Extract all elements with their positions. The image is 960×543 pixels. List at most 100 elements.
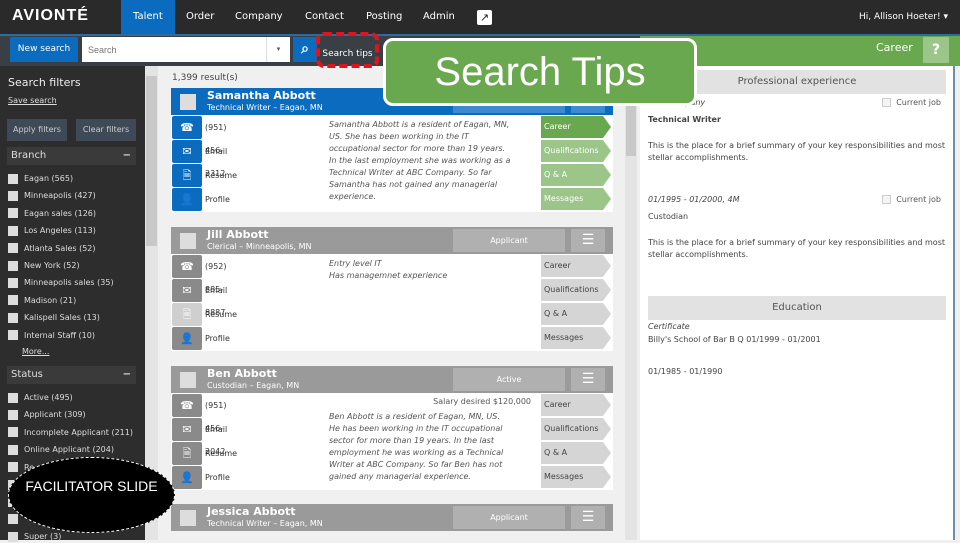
tab-qualifications[interactable]: Qualifications (541, 140, 611, 162)
profile-icon[interactable]: 👤 (172, 327, 202, 350)
nav-contact[interactable]: Contact (293, 0, 356, 34)
user-menu[interactable]: Hi, Allison Hoeter! ▾ (859, 0, 948, 34)
tab-qualifications[interactable]: Qualifications (541, 279, 611, 301)
results-scrollbar[interactable] (625, 100, 637, 540)
checkbox[interactable] (8, 312, 18, 323)
checkbox[interactable] (8, 330, 18, 341)
chevron-down-icon[interactable]: ▾ (266, 37, 290, 62)
checkbox[interactable] (8, 295, 18, 306)
candidate-name[interactable]: Jessica Abbott (207, 505, 296, 518)
search-button[interactable]: ⌕ (293, 37, 317, 62)
contact-label[interactable]: Resume (205, 303, 237, 326)
select-checkbox[interactable] (180, 233, 196, 249)
nav-posting[interactable]: Posting (354, 0, 414, 34)
filter-checkbox[interactable]: Kalispell Sales (13) (8, 312, 100, 324)
candidate-card[interactable]: Ben Abbott Custodian – Eagan, MN Active ☰ ☎(… (171, 366, 613, 490)
resume-icon[interactable]: 🗎 (172, 164, 202, 187)
checkbox[interactable] (8, 277, 18, 288)
filter-checkbox[interactable]: Eagan (565) (8, 173, 73, 185)
nav-order[interactable]: Order (174, 0, 226, 34)
checkbox[interactable] (8, 190, 18, 201)
new-search-button[interactable]: New search (10, 37, 78, 62)
email-icon[interactable]: ✉ (172, 140, 202, 163)
resume-icon[interactable]: 🗎 (172, 303, 202, 326)
tab-qa[interactable]: Q & A (541, 164, 611, 186)
status-button[interactable]: Applicant (453, 506, 565, 529)
filter-checkbox[interactable]: Minneapolis sales (35) (8, 277, 114, 289)
contact-label[interactable]: Profile (205, 327, 230, 350)
collapse-icon[interactable]: − (123, 147, 131, 165)
candidate-name[interactable]: Samantha Abbott (207, 89, 316, 102)
checkbox[interactable] (8, 409, 18, 420)
tab-messages[interactable]: Messages (541, 466, 611, 488)
more-link[interactable]: More... (22, 347, 49, 356)
filter-checkbox[interactable]: Madison (21) (8, 295, 76, 307)
current-job-checkbox[interactable]: Current job (882, 98, 941, 107)
nav-admin[interactable]: Admin (411, 0, 467, 34)
filter-checkbox[interactable]: New York (52) (8, 260, 80, 272)
filter-checkbox[interactable]: Internal Staff (10) (8, 330, 95, 342)
filter-checkbox[interactable]: Incomplete Applicant (211) (8, 427, 133, 439)
contact-label[interactable]: Profile (205, 188, 230, 211)
status-button[interactable]: Applicant (453, 229, 565, 252)
scroll-thumb[interactable] (626, 106, 636, 156)
tab-messages[interactable]: Messages (541, 327, 611, 349)
candidate-name[interactable]: Ben Abbott (207, 367, 277, 380)
checkbox[interactable] (8, 208, 18, 219)
clear-filters-button[interactable]: Clear filters (76, 119, 136, 141)
checkbox[interactable] (8, 462, 18, 473)
filter-checkbox[interactable]: Atlanta Sales (52) (8, 243, 96, 255)
email-icon[interactable]: ✉ (172, 418, 202, 441)
checkbox[interactable] (8, 392, 18, 403)
tab-qualifications[interactable]: Qualifications (541, 418, 611, 440)
tab-qa[interactable]: Q & A (541, 303, 611, 325)
checkbox[interactable] (8, 444, 18, 455)
status-section[interactable]: Status − (7, 366, 136, 384)
checkbox[interactable] (8, 427, 18, 438)
filter-checkbox[interactable]: Active (495) (8, 392, 73, 404)
filter-checkbox[interactable]: Minneapolis (427) (8, 190, 96, 202)
help-button[interactable]: ? (923, 37, 949, 63)
phone-icon[interactable]: ☎ (172, 116, 202, 139)
checkbox[interactable] (8, 173, 18, 184)
nav-company[interactable]: Company (223, 0, 295, 34)
checkbox[interactable] (8, 514, 18, 525)
branch-section[interactable]: Branch − (7, 147, 136, 165)
filter-checkbox[interactable]: Super (3) (8, 531, 61, 543)
external-link-icon[interactable]: ↗ (477, 10, 492, 25)
card-header[interactable]: Jill Abbott Clerical – Minneapolis, MN App… (171, 227, 613, 254)
candidate-name[interactable]: Jill Abbott (207, 228, 269, 241)
checkbox[interactable] (8, 531, 18, 542)
collapse-icon[interactable]: − (123, 366, 131, 384)
profile-icon[interactable]: 👤 (172, 466, 202, 489)
search-input[interactable] (82, 37, 266, 62)
phone-icon[interactable]: ☎ (172, 255, 202, 278)
select-checkbox[interactable] (180, 94, 196, 110)
menu-icon[interactable]: ☰ (571, 368, 605, 391)
tab-career[interactable]: Career (541, 116, 611, 138)
status-button[interactable]: Active (453, 368, 565, 391)
contact-label[interactable]: Resume (205, 164, 237, 187)
select-checkbox[interactable] (180, 510, 196, 526)
select-checkbox[interactable] (180, 372, 196, 388)
save-search-link[interactable]: Save search (8, 96, 57, 105)
filter-checkbox[interactable]: Applicant (309) (8, 409, 86, 421)
card-header[interactable]: Jessica Abbott Technical Writer – Eagan, … (171, 504, 613, 531)
card-header[interactable]: Ben Abbott Custodian – Eagan, MN Active ☰ (171, 366, 613, 393)
candidate-card[interactable]: Samantha Abbott Technical Writer – Eagan,… (171, 88, 613, 212)
apply-filters-button[interactable]: Apply filters (7, 119, 67, 141)
resume-icon[interactable]: 🗎 (172, 442, 202, 465)
tab-messages[interactable]: Messages (541, 188, 611, 210)
phone-icon[interactable]: ☎ (172, 394, 202, 417)
profile-icon[interactable]: 👤 (172, 188, 202, 211)
menu-icon[interactable]: ☰ (571, 229, 605, 252)
tab-career[interactable]: Career (541, 255, 611, 277)
filter-checkbox[interactable]: Online Applicant (204) (8, 444, 114, 456)
contact-label[interactable]: Email (205, 279, 227, 302)
filter-checkbox[interactable]: Eagan sales (126) (8, 208, 96, 220)
tab-career[interactable]: Career (541, 394, 611, 416)
checkbox[interactable] (8, 243, 18, 254)
contact-label[interactable]: Email (205, 418, 227, 441)
checkbox[interactable] (8, 225, 18, 236)
current-job-checkbox[interactable]: Current job (882, 195, 941, 204)
